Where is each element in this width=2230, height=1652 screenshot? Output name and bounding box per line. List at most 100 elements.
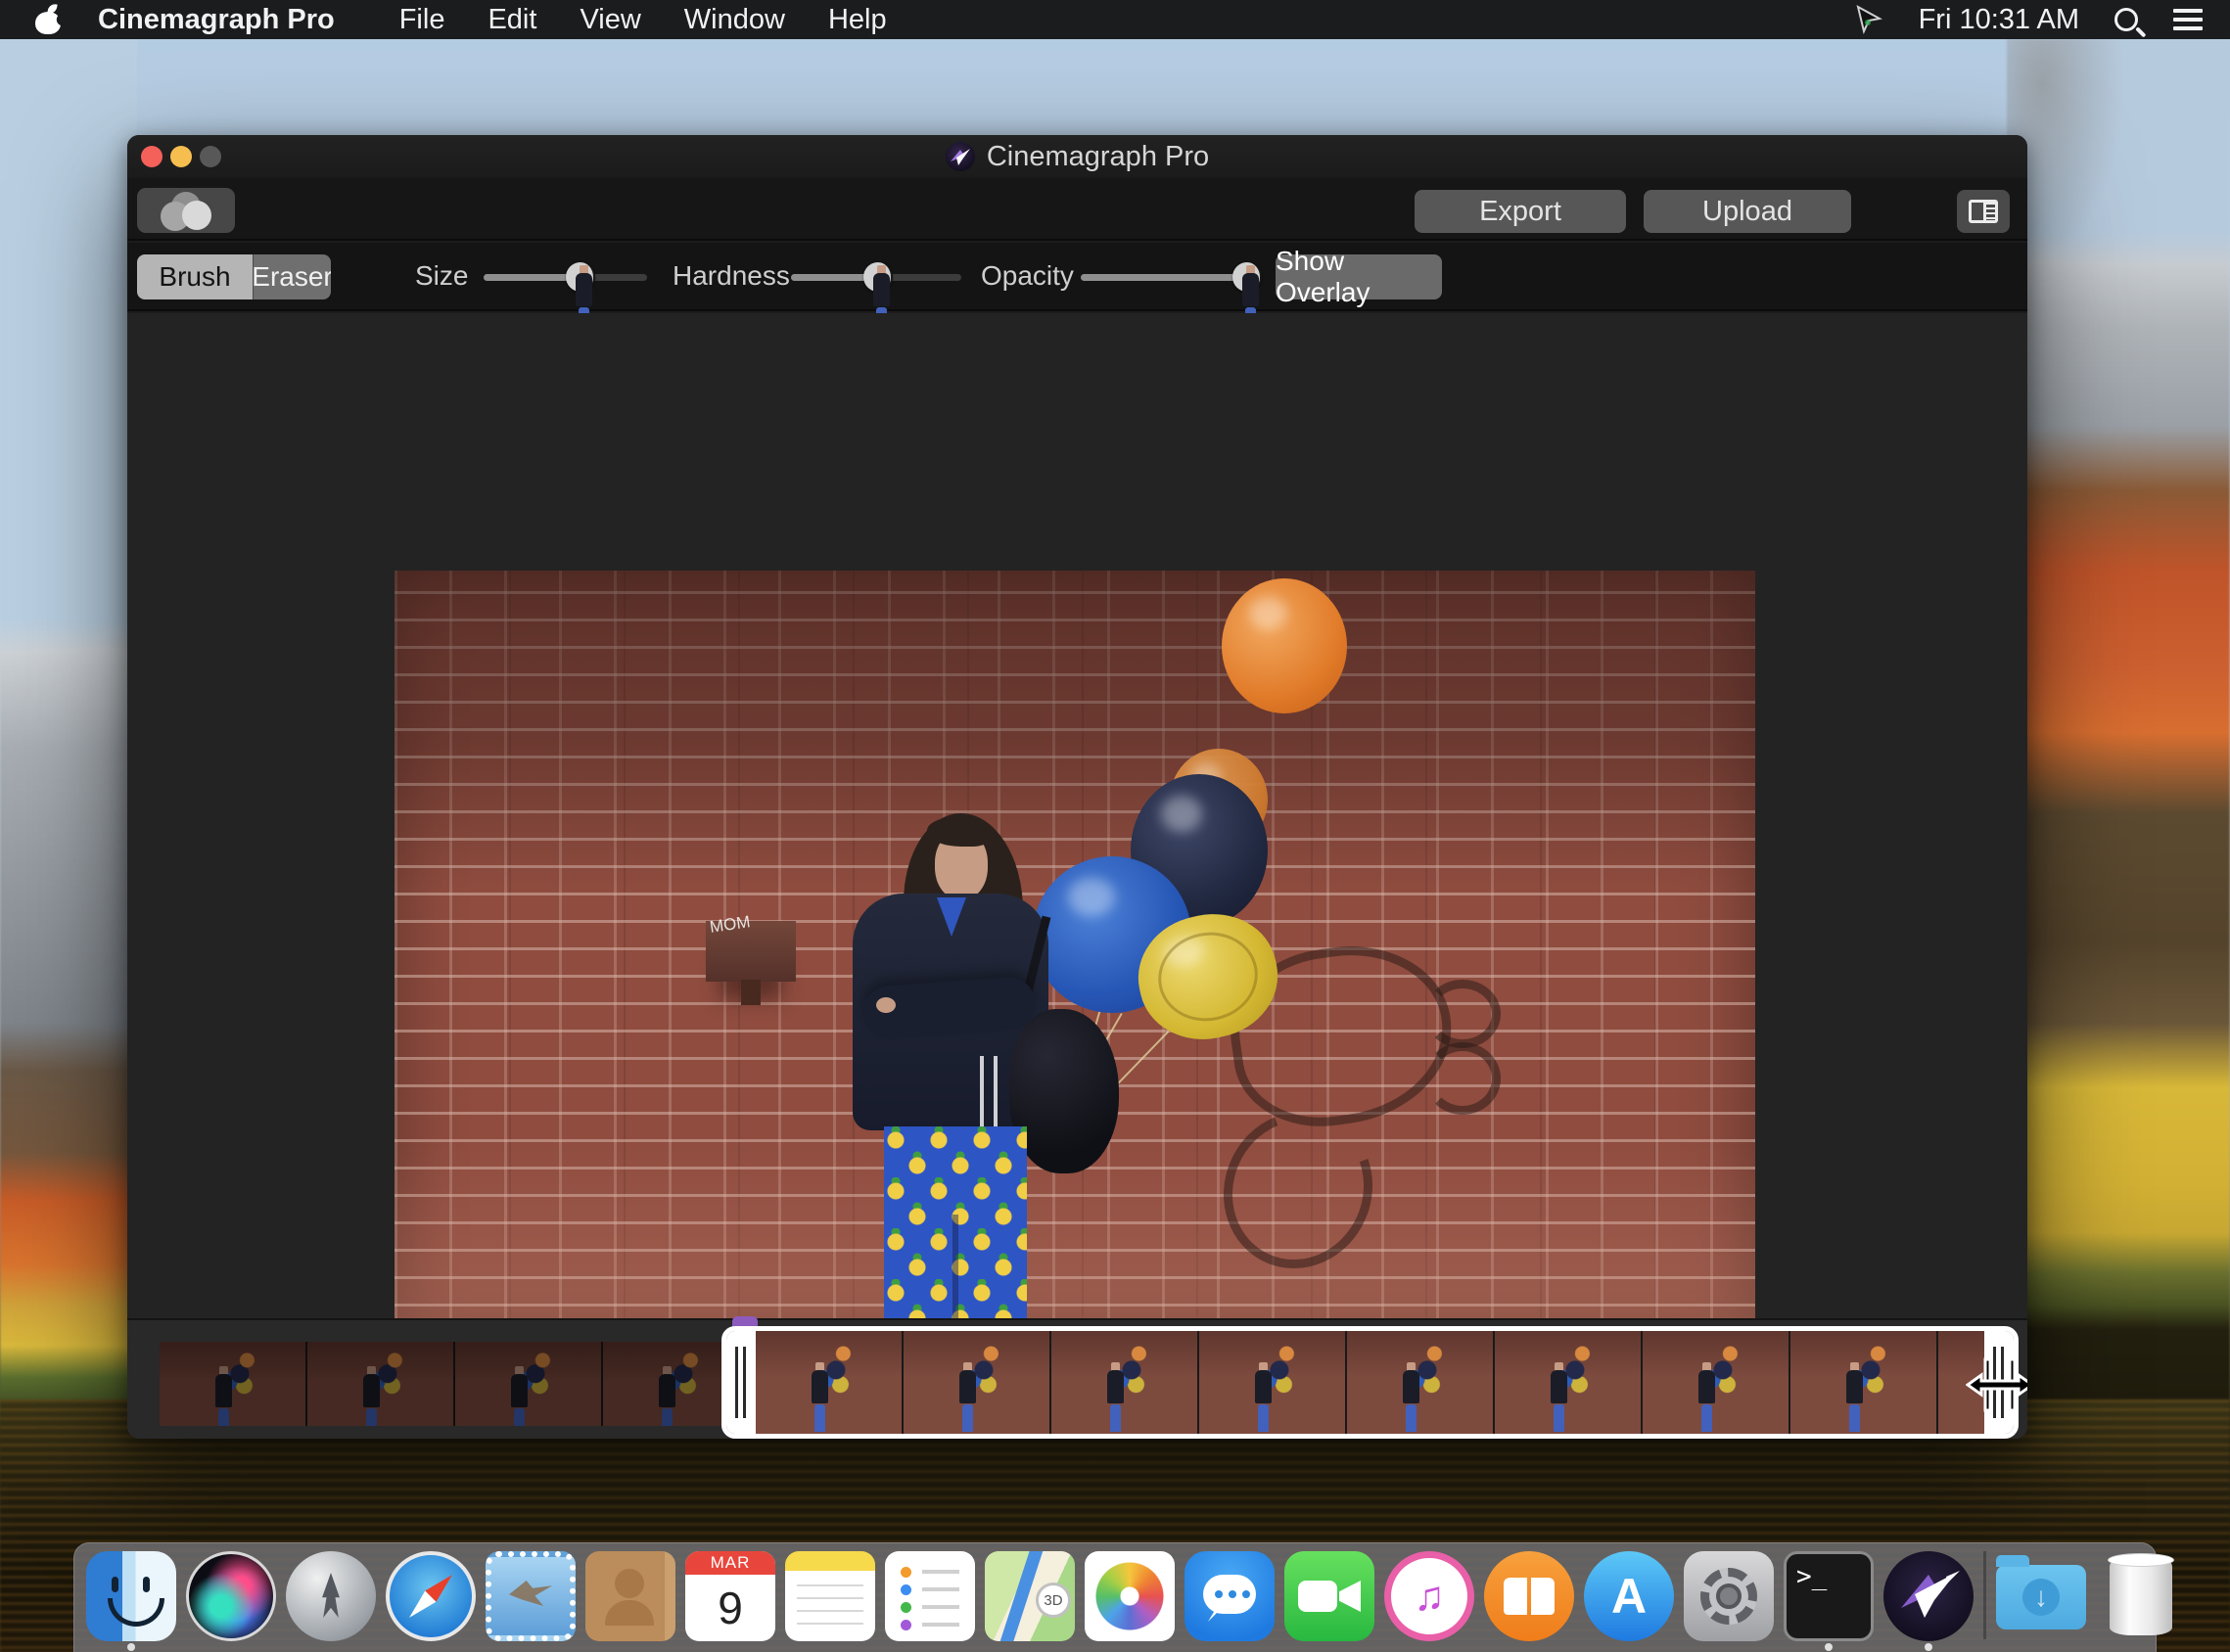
show-overlay-button[interactable]: Show Overlay bbox=[1276, 254, 1442, 299]
upload-button[interactable]: Upload bbox=[1644, 190, 1851, 233]
dock-siri[interactable] bbox=[186, 1551, 276, 1641]
tab-brush[interactable]: Brush bbox=[137, 254, 253, 299]
dock-finder[interactable] bbox=[86, 1551, 176, 1641]
opacity-slider-thumb[interactable] bbox=[1232, 262, 1262, 292]
cursor-utility-menu-icon[interactable] bbox=[1854, 5, 1883, 34]
apple-menu-icon[interactable] bbox=[35, 5, 61, 34]
itunes-note-icon: ♫ bbox=[1384, 1551, 1474, 1641]
trim-handle-left[interactable] bbox=[726, 1331, 756, 1434]
menu-item-window[interactable]: Window bbox=[684, 4, 785, 36]
dock-app-store[interactable]: A bbox=[1584, 1551, 1674, 1641]
dock-system-preferences[interactable] bbox=[1684, 1551, 1774, 1641]
graffiti-scribble bbox=[1424, 1042, 1501, 1115]
notification-center-icon[interactable] bbox=[2173, 9, 2203, 30]
messages-bubble-icon bbox=[1185, 1551, 1275, 1641]
dock-downloads[interactable]: ↓ bbox=[1996, 1551, 2086, 1641]
menu-item-file[interactable]: File bbox=[399, 4, 445, 36]
trim-selection[interactable] bbox=[721, 1326, 2019, 1439]
contacts-book-icon bbox=[585, 1551, 675, 1641]
dock-facetime[interactable] bbox=[1284, 1551, 1374, 1641]
filmstrip-trimmed-out[interactable] bbox=[160, 1342, 722, 1426]
filmstrip-frame bbox=[904, 1331, 1051, 1434]
menu-app-name[interactable]: Cinemagraph Pro bbox=[98, 4, 335, 36]
hardness-slider-thumb[interactable] bbox=[863, 262, 893, 292]
download-arrow-icon: ↓ bbox=[2022, 1579, 2060, 1616]
video-canvas[interactable]: MOM bbox=[395, 571, 1755, 1334]
graffiti-scribble bbox=[1424, 980, 1501, 1048]
resize-cursor-pointer bbox=[1966, 1357, 2027, 1417]
jacket-stripe bbox=[980, 1056, 984, 1126]
filmstrip-frame bbox=[1051, 1331, 1199, 1434]
blend-mode-button[interactable] bbox=[137, 188, 235, 233]
photos-flower-icon bbox=[1085, 1551, 1175, 1641]
timeline-strip[interactable] bbox=[127, 1318, 2027, 1439]
filmstrip-frame bbox=[1790, 1331, 1938, 1434]
size-slider-thumb[interactable] bbox=[566, 262, 595, 292]
tool-segmented-control: Brush Eraser bbox=[137, 254, 331, 299]
dock-terminal[interactable]: >_ bbox=[1784, 1551, 1874, 1641]
filmstrip-frame bbox=[756, 1331, 904, 1434]
dock-ibooks[interactable] bbox=[1484, 1551, 1574, 1641]
dock-calendar[interactable]: MAR 9 bbox=[685, 1551, 775, 1641]
trash-icon bbox=[2110, 1557, 2172, 1635]
hummingbird-icon bbox=[1883, 1551, 1974, 1641]
menu-item-view[interactable]: View bbox=[580, 4, 640, 36]
dock-mail[interactable] bbox=[486, 1551, 576, 1641]
filmstrip-selected[interactable] bbox=[756, 1331, 1984, 1434]
mail-stamp-icon bbox=[486, 1551, 576, 1641]
cinemagraph-pro-window: Cinemagraph Pro Export Upload Brush Eras… bbox=[127, 135, 2027, 1439]
calendar-month: MAR bbox=[685, 1551, 775, 1575]
dock-notes[interactable] bbox=[785, 1551, 875, 1641]
title-bar: Cinemagraph Pro bbox=[127, 135, 2027, 178]
person-pineapple-outfit bbox=[884, 1126, 1027, 1334]
hardness-slider[interactable] bbox=[791, 274, 961, 281]
dock-maps[interactable]: 3D bbox=[985, 1551, 1075, 1641]
maps-3d-badge: 3D bbox=[1036, 1583, 1071, 1618]
running-indicator bbox=[1825, 1643, 1833, 1651]
filmstrip-frame bbox=[603, 1342, 722, 1426]
export-button[interactable]: Export bbox=[1415, 190, 1626, 233]
dock: MAR 9 3D ♫ A >_ ↓ bbox=[73, 1542, 2157, 1652]
dock-trash[interactable] bbox=[2096, 1551, 2186, 1641]
editor-content-area: MOM bbox=[127, 313, 2027, 1318]
window-title-text: Cinemagraph Pro bbox=[987, 141, 1209, 173]
filmstrip-frame bbox=[307, 1342, 455, 1426]
filmstrip-frame bbox=[455, 1342, 603, 1426]
dock-photos[interactable] bbox=[1085, 1551, 1175, 1641]
running-indicator bbox=[1925, 1643, 1932, 1651]
menu-item-help[interactable]: Help bbox=[828, 4, 887, 36]
filmstrip-frame bbox=[1643, 1331, 1790, 1434]
downloads-folder-icon: ↓ bbox=[1996, 1565, 2086, 1629]
opacity-slider-fill bbox=[1081, 274, 1247, 281]
finder-icon bbox=[86, 1551, 176, 1641]
menu-bar: Cinemagraph Pro File Edit View Window He… bbox=[0, 0, 2230, 39]
app-icon bbox=[946, 142, 975, 171]
safari-compass-icon bbox=[386, 1551, 476, 1641]
brush-settings-bar: Brush Eraser Size Hardness Opacity Show … bbox=[127, 243, 2027, 311]
running-indicator bbox=[127, 1643, 135, 1651]
gear-icon bbox=[1684, 1551, 1774, 1641]
window-title: Cinemagraph Pro bbox=[127, 135, 2027, 178]
opacity-slider[interactable] bbox=[1081, 274, 1252, 281]
filmstrip-frame bbox=[1347, 1331, 1495, 1434]
calendar-icon: MAR 9 bbox=[685, 1551, 775, 1641]
size-slider[interactable] bbox=[484, 274, 647, 281]
menu-clock[interactable]: Fri 10:31 AM bbox=[1919, 4, 2079, 36]
dock-launchpad[interactable] bbox=[286, 1551, 376, 1641]
dock-messages[interactable] bbox=[1185, 1551, 1275, 1641]
dock-cinemagraph-pro[interactable] bbox=[1883, 1551, 1974, 1641]
filmstrip-frame bbox=[1495, 1331, 1643, 1434]
dock-reminders[interactable] bbox=[885, 1551, 975, 1641]
launchpad-rocket-icon bbox=[286, 1551, 376, 1641]
toggle-sidebar-button[interactable] bbox=[1957, 190, 2010, 233]
main-toolbar: Export Upload bbox=[127, 178, 2027, 241]
spotlight-search-icon[interactable] bbox=[2114, 8, 2138, 31]
person-hand bbox=[876, 997, 896, 1013]
dock-itunes[interactable]: ♫ bbox=[1384, 1551, 1474, 1641]
dock-contacts[interactable] bbox=[585, 1551, 675, 1641]
app-store-icon: A bbox=[1584, 1551, 1674, 1641]
menu-item-edit[interactable]: Edit bbox=[488, 4, 536, 36]
tab-eraser[interactable]: Eraser bbox=[253, 254, 331, 299]
dock-safari[interactable] bbox=[386, 1551, 476, 1641]
terminal-icon: >_ bbox=[1784, 1551, 1874, 1641]
